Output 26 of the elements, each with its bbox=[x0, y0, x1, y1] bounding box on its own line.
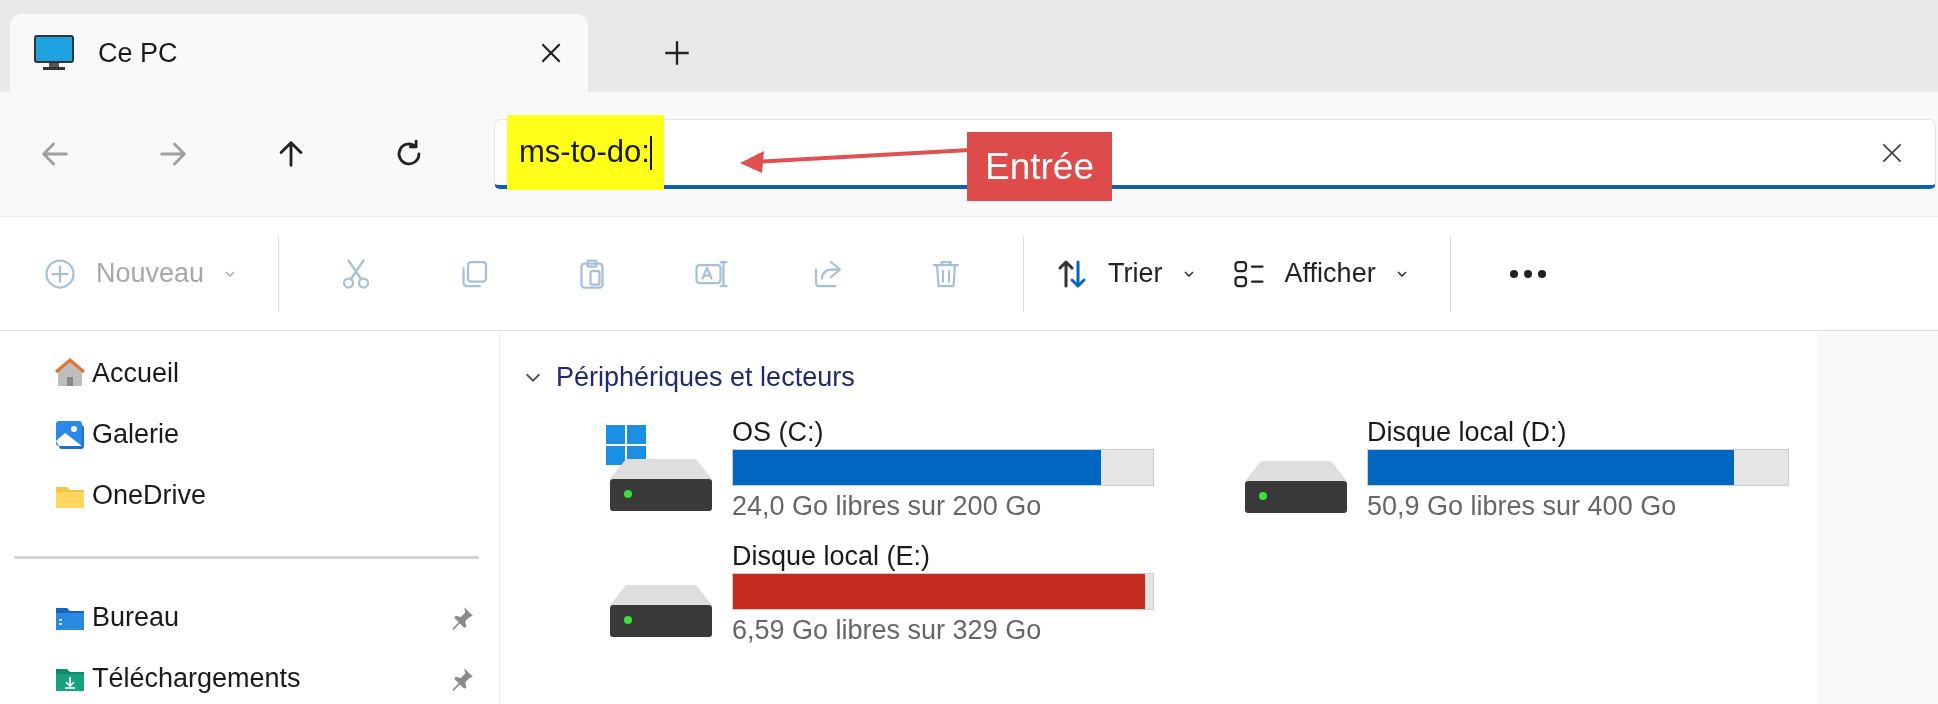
toolbar-button[interactable]: Trier bbox=[1042, 241, 1209, 306]
drive-name: Disque local (D:) bbox=[1367, 415, 1568, 449]
sidebar-item[interactable]: OneDrive bbox=[14, 465, 479, 526]
callout: Entrée bbox=[967, 132, 1112, 201]
toolbar-button[interactable]: Afficher bbox=[1218, 241, 1422, 306]
text-cursor bbox=[649, 135, 652, 170]
free-space-text: 6,59 Go libres sur 329 Go bbox=[732, 613, 1043, 647]
gallery-icon bbox=[54, 418, 86, 451]
sidebar-item[interactable]: Téléchargements bbox=[14, 648, 479, 704]
tab-title: Ce PC bbox=[98, 36, 179, 70]
monitor-icon bbox=[34, 35, 74, 71]
drive-tile[interactable]: Disque local (D:) 50,9 Go libres sur 400 Go bbox=[1241, 411, 1789, 529]
window-tab[interactable]: Ce PC bbox=[10, 14, 588, 92]
address-text: ms-to-do: bbox=[519, 133, 650, 172]
drive-name: Disque local (E:) bbox=[732, 539, 932, 573]
new-tab-icon[interactable] bbox=[663, 39, 691, 67]
sidebar-item[interactable]: Bureau bbox=[14, 587, 479, 648]
free-space-text: 24,0 Go libres sur 200 Go bbox=[732, 489, 1043, 523]
drive-name: OS (C:) bbox=[732, 415, 825, 449]
free-space-text: 50,9 Go libres sur 400 Go bbox=[1367, 489, 1678, 523]
drive-tile[interactable]: Disque local (E:) 6,59 Go libres sur 329 Go bbox=[606, 535, 1154, 653]
more-dots-icon bbox=[1509, 269, 1546, 278]
sidebar-item[interactable]: Accueil bbox=[14, 343, 479, 404]
drive-tile[interactable]: OS (C:) 24,0 Go libres sur 200 Go bbox=[606, 411, 1154, 529]
sidebar-item[interactable]: Galerie bbox=[14, 404, 479, 465]
section-title: Périphériques et lecteurs bbox=[556, 360, 855, 394]
